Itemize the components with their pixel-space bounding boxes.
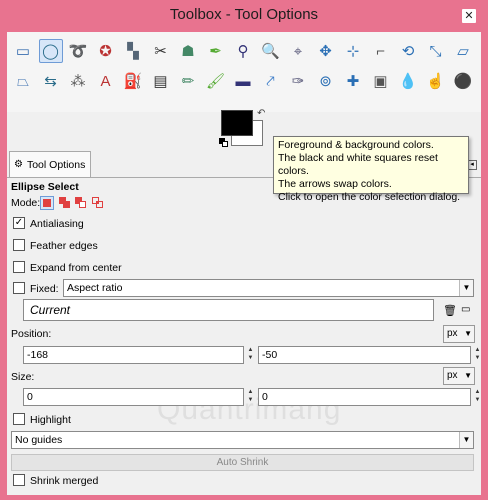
position-x-spinner-icon[interactable]: ▲ ▼: [246, 346, 255, 364]
blur-icon[interactable]: 💧: [396, 69, 420, 93]
expand-from-center-label: Expand from center: [30, 262, 122, 274]
blend-icon[interactable]: ▤: [149, 69, 173, 93]
ink-icon[interactable]: ✑: [286, 69, 310, 93]
chevron-down-icon: ▼: [464, 329, 472, 338]
fg-bg-colors[interactable]: ↶: [219, 108, 271, 156]
chevron-down-icon: ▼: [459, 280, 473, 296]
dodge-burn-icon[interactable]: ⚫: [451, 69, 475, 93]
perspective-icon[interactable]: ⏢: [11, 69, 35, 93]
size-unit-select[interactable]: px ▼: [443, 367, 475, 385]
align-icon[interactable]: ⊹: [341, 39, 365, 63]
close-icon[interactable]: ✕: [462, 9, 476, 23]
cage-icon[interactable]: ⁂: [66, 69, 90, 93]
color-select-icon[interactable]: ▚: [121, 39, 145, 63]
position-unit-value: px: [447, 328, 458, 339]
tooltip-line: The black and white squares reset colors…: [278, 152, 438, 177]
shear-icon[interactable]: ▱: [451, 39, 475, 63]
eraser-icon[interactable]: ▬: [231, 69, 255, 93]
fixed-checkbox[interactable]: [13, 282, 25, 294]
tab-label: Tool Options: [26, 158, 86, 171]
foreground-select-icon[interactable]: ☗: [176, 39, 200, 63]
clone-icon[interactable]: ⊚: [314, 69, 338, 93]
move-icon[interactable]: ✥: [314, 39, 338, 63]
crop-icon[interactable]: ⌐: [369, 39, 393, 63]
tooltip: Foreground & background colors. The blac…: [273, 136, 469, 203]
position-y-spinner-icon[interactable]: ▲ ▼: [473, 346, 481, 364]
paintbrush-icon[interactable]: 🖌: [204, 69, 228, 93]
window: Toolbox - Tool Options ✕ ▭ ◯ ➰ ✪ ▚ ✂ ☗ ✒ ⚲ 🔍 ⌖ ✥ ⊹ ⌐ ⟲…: [0, 0, 488, 500]
size-height-spinner-icon[interactable]: ▲ ▼: [473, 388, 481, 406]
size-unit-value: px: [447, 370, 458, 381]
mode-replace-button[interactable]: [40, 196, 54, 210]
guides-value: No guides: [15, 434, 63, 446]
fuzzy-select-icon[interactable]: ✪: [94, 39, 118, 63]
trash-icon[interactable]: 🗑: [443, 304, 457, 317]
heal-icon[interactable]: ✚: [341, 69, 365, 93]
current-entry[interactable]: Current: [23, 299, 434, 321]
fixed-label: Fixed:: [30, 283, 59, 295]
chevron-down-icon: ▼: [459, 432, 473, 448]
scale-icon[interactable]: ⤡: [424, 39, 448, 63]
color-picker-icon[interactable]: ⚲: [231, 39, 255, 63]
position-x-input[interactable]: -168: [23, 346, 244, 364]
pencil-icon[interactable]: ✏: [176, 69, 200, 93]
client-area: ▭ ◯ ➰ ✪ ▚ ✂ ☗ ✒ ⚲ 🔍 ⌖ ✥ ⊹ ⌐ ⟲ ⤡ ▱ ⏢ ⇆ ⁂ A ⛽ ▤ ✏ 🖌 ▬ ⤤ ✑ ⊚ ✚ ▣ 💧 ☝ ⚫ ↶ For…: [7, 32, 481, 495]
mode-label: Mode:: [11, 197, 41, 209]
fixed-mode-select[interactable]: Aspect ratio ▼: [63, 279, 474, 297]
auto-shrink-button[interactable]: Auto Shrink: [11, 454, 474, 471]
flip-icon[interactable]: ⇆: [39, 69, 63, 93]
bucket-fill-icon[interactable]: ⛽: [121, 69, 145, 93]
tooltip-line: Foreground & background colors.: [278, 139, 434, 151]
tool-heading: Ellipse Select: [11, 181, 79, 193]
ellipse-select-icon[interactable]: ◯: [38, 39, 63, 63]
fixed-mode-value: Aspect ratio: [67, 282, 123, 294]
reset-colors-icon[interactable]: [219, 138, 229, 148]
antialiasing-checkbox[interactable]: ✓: [13, 217, 25, 229]
size-width-spinner-icon[interactable]: ▲ ▼: [246, 388, 255, 406]
lock-icon[interactable]: ▭: [461, 304, 470, 315]
swap-colors-icon[interactable]: ↶: [257, 108, 265, 119]
mode-add-button[interactable]: [59, 197, 71, 209]
scissors-icon[interactable]: ✂: [149, 39, 173, 63]
highlight-checkbox[interactable]: [13, 413, 25, 425]
chevron-down-icon: ▼: [464, 371, 472, 380]
position-unit-select[interactable]: px ▼: [443, 325, 475, 343]
mode-subtract-button[interactable]: [75, 197, 87, 209]
highlight-label: Highlight: [30, 414, 71, 426]
paths-icon[interactable]: ✒: [204, 39, 228, 63]
expand-from-center-checkbox[interactable]: [13, 261, 25, 273]
free-select-icon[interactable]: ➰: [66, 39, 90, 63]
shrink-merged-label: Shrink merged: [30, 475, 99, 487]
window-title: Toolbox - Tool Options: [169, 6, 319, 23]
smudge-icon[interactable]: ☝: [424, 69, 448, 93]
tool-options-panel: Quantrimang Ellipse Select Mode: ✓ Antia…: [7, 178, 481, 495]
toolbox-grid: ▭ ◯ ➰ ✪ ▚ ✂ ☗ ✒ ⚲ 🔍 ⌖ ✥ ⊹ ⌐ ⟲ ⤡ ▱ ⏢ ⇆ ⁂ A ⛽ ▤ ✏ 🖌 ▬ ⤤ ✑ ⊚ ✚ ▣ 💧 ☝ ⚫: [7, 32, 481, 112]
text-icon[interactable]: A: [94, 69, 118, 93]
feather-edges-checkbox[interactable]: [13, 239, 25, 251]
tooltip-line: Click to open the color selection dialog…: [278, 191, 461, 203]
feather-edges-label: Feather edges: [30, 240, 98, 252]
rect-select-icon[interactable]: ▭: [11, 39, 35, 63]
tool-options-icon: ⚙: [14, 159, 23, 170]
position-label: Position:: [11, 328, 52, 340]
tab-tool-options[interactable]: ⚙ Tool Options: [9, 151, 91, 177]
shrink-merged-checkbox[interactable]: [13, 474, 25, 486]
antialiasing-label: Antialiasing: [30, 218, 84, 230]
mode-intersect-button[interactable]: [92, 197, 104, 209]
tooltip-line: The arrows swap colors.: [278, 178, 392, 190]
zoom-icon[interactable]: 🔍: [259, 39, 283, 63]
foreground-color-swatch[interactable]: [221, 110, 253, 136]
measure-icon[interactable]: ⌖: [286, 39, 310, 63]
perspective-clone-icon[interactable]: ▣: [369, 69, 393, 93]
position-y-input[interactable]: -50: [258, 346, 471, 364]
size-height-input[interactable]: 0: [258, 388, 471, 406]
size-label: Size:: [11, 371, 35, 383]
guides-select[interactable]: No guides ▼: [11, 431, 474, 449]
rotate-icon[interactable]: ⟲: [396, 39, 420, 63]
airbrush-icon[interactable]: ⤤: [259, 69, 283, 93]
size-width-input[interactable]: 0: [23, 388, 244, 406]
